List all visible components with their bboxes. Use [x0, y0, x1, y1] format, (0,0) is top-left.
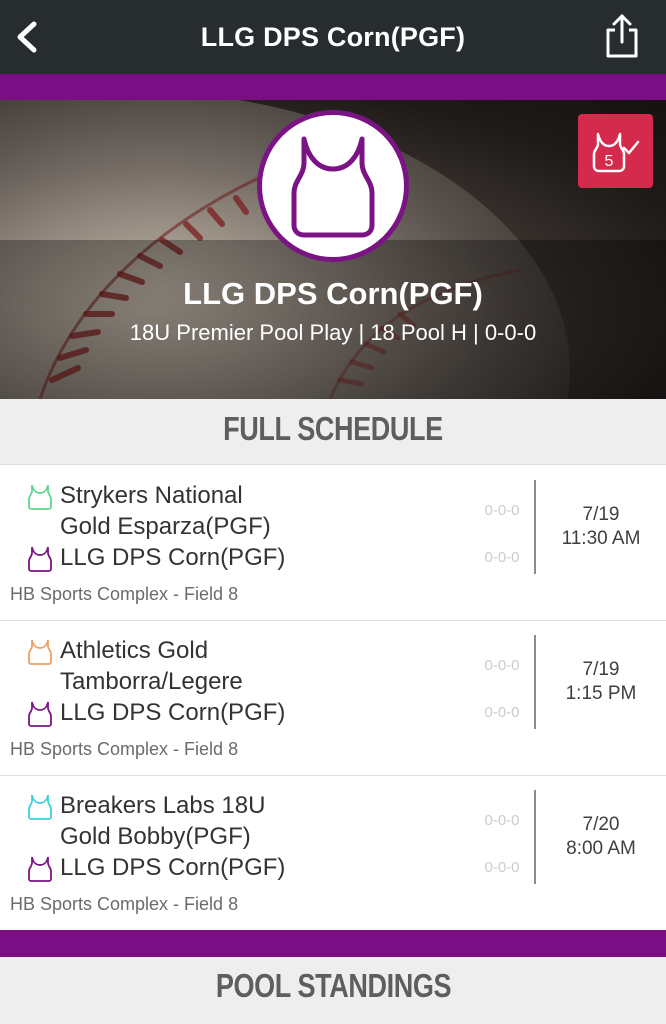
away-team-record: 0-0-0	[484, 812, 520, 829]
nav-bar: LLG DPS Corn(PGF)	[0, 0, 666, 74]
pool-standings-label: POOL STANDINGS	[215, 967, 451, 1004]
hero-subtitle: 18U Premier Pool Play | 18 Pool H | 0-0-…	[129, 320, 537, 345]
game-time: 11:30 AM	[561, 528, 641, 549]
jersey-icon	[291, 136, 375, 238]
home-team-name: LLG DPS Corn(PGF)	[60, 699, 286, 726]
home-team-record: 0-0-0	[484, 549, 520, 566]
game-row[interactable]: Breakers Labs 18U Gold Bobby(PGF) 0-0-0 …	[0, 776, 666, 931]
brand-strip	[0, 930, 666, 957]
jersey-icon	[28, 639, 52, 665]
jersey-icon	[28, 546, 52, 572]
share-button[interactable]	[602, 12, 642, 60]
away-team-name-line1: Strykers National	[60, 482, 243, 509]
svg-text:5: 5	[605, 153, 614, 170]
divider	[534, 480, 536, 574]
home-team-name: LLG DPS Corn(PGF)	[60, 544, 286, 571]
game-row[interactable]: Athletics Gold Tamborra/Legere 0-0-0 LLG…	[0, 621, 666, 776]
away-team-name-line2: Gold Bobby(PGF)	[60, 823, 251, 850]
divider	[534, 790, 536, 884]
game-date: 7/20	[582, 814, 620, 835]
game-venue: HB Sports Complex - Field 8	[10, 739, 239, 759]
hero-team-name: LLG DPS Corn(PGF)	[183, 276, 483, 311]
game-date: 7/19	[582, 504, 620, 525]
page-title: LLG DPS Corn(PGF)	[200, 21, 466, 52]
game-time: 1:15 PM	[565, 683, 637, 704]
jersey-icon	[28, 701, 52, 727]
away-team-record: 0-0-0	[484, 657, 520, 674]
share-icon	[606, 14, 638, 58]
game-venue: HB Sports Complex - Field 8	[10, 894, 239, 914]
game-venue: HB Sports Complex - Field 8	[10, 584, 239, 604]
away-team-record: 0-0-0	[484, 502, 520, 519]
game-row[interactable]: Strykers National Gold Esparza(PGF) 0-0-…	[0, 466, 666, 621]
away-team-name-line1: Breakers Labs 18U	[60, 792, 266, 819]
back-button[interactable]	[10, 16, 46, 58]
jersey-icon	[28, 856, 52, 882]
jersey-check-icon: 5	[592, 132, 640, 173]
jersey-icon	[28, 794, 52, 820]
home-team-record: 0-0-0	[484, 704, 520, 721]
away-team-name-line2: Tamborra/Legere	[60, 668, 243, 695]
away-team-name-line1: Athletics Gold	[60, 637, 209, 664]
game-date: 7/19	[582, 659, 620, 680]
full-schedule-label: FULL SCHEDULE	[223, 410, 443, 447]
divider	[534, 635, 536, 729]
pool-standings-header[interactable]: POOL STANDINGS	[0, 957, 666, 1024]
home-team-record: 0-0-0	[484, 859, 520, 876]
away-team-name-line2: Gold Esparza(PGF)	[60, 513, 271, 540]
full-schedule-header: FULL SCHEDULE	[0, 399, 666, 465]
jersey-icon	[28, 484, 52, 510]
chevron-left-icon	[17, 21, 37, 53]
notification-badge[interactable]: 5	[578, 114, 653, 188]
team-logo	[257, 110, 409, 262]
brand-strip	[0, 74, 666, 100]
game-time: 8:00 AM	[566, 838, 636, 859]
home-team-name: LLG DPS Corn(PGF)	[60, 854, 286, 881]
